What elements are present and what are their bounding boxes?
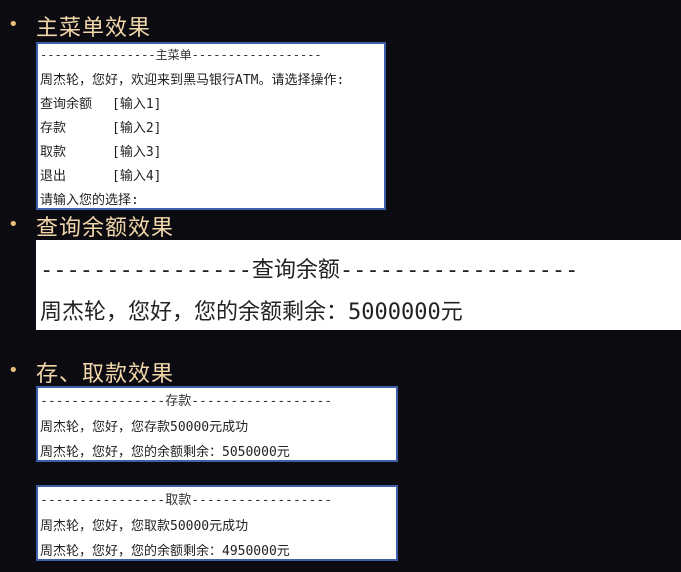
section-heading-transactions: 存、取款效果 — [36, 362, 175, 387]
withdraw-balance-line: 周杰轮，您好，您的余额剩余：4950000元 — [40, 544, 290, 559]
menu-option-label: 取款 — [40, 145, 67, 160]
withdraw-header: ----------------取款------------------ — [40, 493, 333, 508]
menu-option-deposit: 存款 [输入2] — [40, 117, 161, 136]
deposit-balance-line: 周杰轮，您好，您的余额剩余：5050000元 — [40, 445, 290, 460]
deposit-panel: ----------------存款------------------ 周杰轮… — [36, 386, 398, 462]
menu-option-label: 存款 — [40, 121, 67, 136]
bullet-icon: • — [8, 214, 19, 235]
menu-option-exit: 退出 [输入4] — [40, 165, 161, 184]
balance-message: 周杰轮，您好，您的余额剩余：5000000元 — [40, 300, 463, 325]
withdraw-success-line: 周杰轮，您好，您取款50000元成功 — [40, 519, 249, 534]
menu-option-balance: 查询余额 [输入1] — [40, 93, 161, 112]
withdraw-panel: ----------------取款------------------ 周杰轮… — [36, 485, 398, 561]
section-heading-balance: 查询余额效果 — [36, 216, 175, 241]
section-heading-menu: 主菜单效果 — [36, 16, 152, 41]
menu-option-key: [输入3] — [112, 145, 162, 160]
bullet-icon: • — [8, 360, 19, 381]
deposit-header: ----------------存款------------------ — [40, 394, 333, 409]
menu-option-key: [输入2] — [112, 121, 162, 136]
deposit-success-line: 周杰轮，您好，您存款50000元成功 — [40, 420, 249, 435]
menu-option-label: 退出 — [40, 169, 67, 184]
menu-prompt: 请输入您的选择: — [40, 193, 139, 208]
menu-greeting: 周杰轮，您好，欢迎来到黑马银行ATM。请选择操作: — [40, 73, 345, 88]
balance-header: ----------------查询余额------------------ — [40, 258, 579, 283]
menu-header: ----------------主菜单------------------ — [40, 48, 322, 62]
menu-option-key: [输入1] — [112, 97, 162, 112]
menu-panel: ----------------主菜单------------------ 周杰… — [36, 42, 386, 210]
menu-option-label: 查询余额 — [40, 97, 93, 112]
balance-panel: ----------------查询余额------------------ 周… — [36, 240, 681, 330]
bullet-icon: • — [8, 14, 19, 35]
menu-option-key: [输入4] — [112, 169, 162, 184]
menu-option-withdraw: 取款 [输入3] — [40, 141, 161, 160]
